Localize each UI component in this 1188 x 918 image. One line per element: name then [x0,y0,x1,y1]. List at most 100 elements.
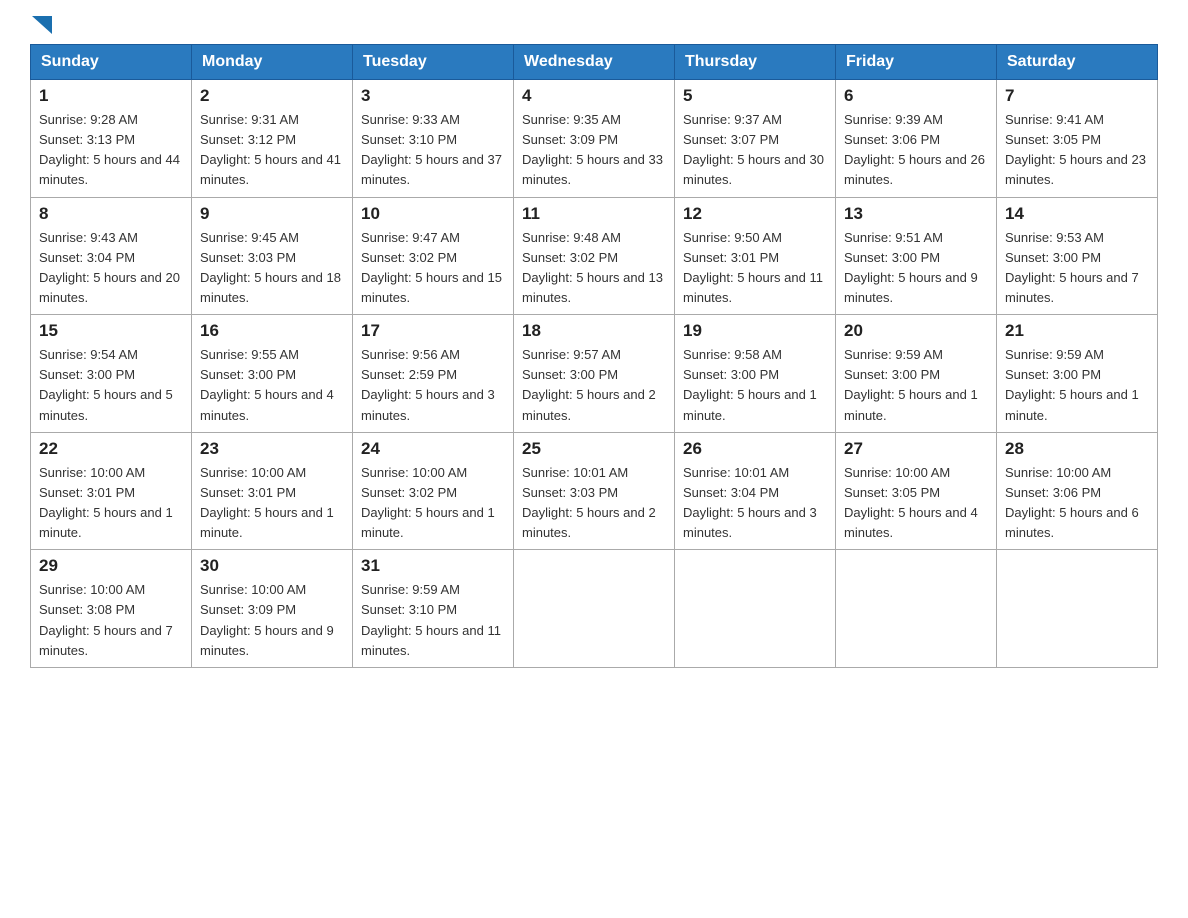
day-info: Sunrise: 9:45 AMSunset: 3:03 PMDaylight:… [200,228,344,309]
logo-triangle-icon [32,16,52,34]
calendar-cell: 29 Sunrise: 10:00 AMSunset: 3:08 PMDayli… [31,550,192,668]
header-wednesday: Wednesday [514,45,675,80]
calendar-cell: 5 Sunrise: 9:37 AMSunset: 3:07 PMDayligh… [675,80,836,198]
day-info: Sunrise: 9:58 AMSunset: 3:00 PMDaylight:… [683,345,827,426]
day-number: 24 [361,439,505,459]
calendar-cell: 23 Sunrise: 10:00 AMSunset: 3:01 PMDayli… [192,432,353,550]
header-monday: Monday [192,45,353,80]
calendar-cell: 24 Sunrise: 10:00 AMSunset: 3:02 PMDayli… [353,432,514,550]
calendar-cell: 19 Sunrise: 9:58 AMSunset: 3:00 PMDaylig… [675,315,836,433]
day-info: Sunrise: 9:43 AMSunset: 3:04 PMDaylight:… [39,228,183,309]
header-friday: Friday [836,45,997,80]
day-info: Sunrise: 10:00 AMSunset: 3:05 PMDaylight… [844,463,988,544]
calendar-week-4: 22 Sunrise: 10:00 AMSunset: 3:01 PMDayli… [31,432,1158,550]
day-number: 5 [683,86,827,106]
header-saturday: Saturday [997,45,1158,80]
day-info: Sunrise: 10:00 AMSunset: 3:01 PMDaylight… [200,463,344,544]
calendar-cell: 21 Sunrise: 9:59 AMSunset: 3:00 PMDaylig… [997,315,1158,433]
day-info: Sunrise: 9:53 AMSunset: 3:00 PMDaylight:… [1005,228,1149,309]
day-number: 11 [522,204,666,224]
day-info: Sunrise: 9:28 AMSunset: 3:13 PMDaylight:… [39,110,183,191]
calendar-header-row: SundayMondayTuesdayWednesdayThursdayFrid… [31,45,1158,80]
calendar-cell [836,550,997,668]
calendar-week-5: 29 Sunrise: 10:00 AMSunset: 3:08 PMDayli… [31,550,1158,668]
calendar-cell: 14 Sunrise: 9:53 AMSunset: 3:00 PMDaylig… [997,197,1158,315]
day-info: Sunrise: 9:37 AMSunset: 3:07 PMDaylight:… [683,110,827,191]
day-number: 20 [844,321,988,341]
page-header [30,20,1158,34]
day-info: Sunrise: 9:33 AMSunset: 3:10 PMDaylight:… [361,110,505,191]
day-number: 19 [683,321,827,341]
day-number: 25 [522,439,666,459]
day-info: Sunrise: 9:41 AMSunset: 3:05 PMDaylight:… [1005,110,1149,191]
day-number: 17 [361,321,505,341]
day-info: Sunrise: 9:50 AMSunset: 3:01 PMDaylight:… [683,228,827,309]
day-info: Sunrise: 10:00 AMSunset: 3:02 PMDaylight… [361,463,505,544]
calendar-cell: 11 Sunrise: 9:48 AMSunset: 3:02 PMDaylig… [514,197,675,315]
calendar-cell: 22 Sunrise: 10:00 AMSunset: 3:01 PMDayli… [31,432,192,550]
day-info: Sunrise: 9:35 AMSunset: 3:09 PMDaylight:… [522,110,666,191]
day-info: Sunrise: 10:00 AMSunset: 3:08 PMDaylight… [39,580,183,661]
calendar-cell: 6 Sunrise: 9:39 AMSunset: 3:06 PMDayligh… [836,80,997,198]
day-info: Sunrise: 9:31 AMSunset: 3:12 PMDaylight:… [200,110,344,191]
day-number: 22 [39,439,183,459]
day-number: 15 [39,321,183,341]
day-number: 13 [844,204,988,224]
day-number: 21 [1005,321,1149,341]
day-number: 26 [683,439,827,459]
calendar-cell: 9 Sunrise: 9:45 AMSunset: 3:03 PMDayligh… [192,197,353,315]
day-number: 29 [39,556,183,576]
calendar-cell: 25 Sunrise: 10:01 AMSunset: 3:03 PMDayli… [514,432,675,550]
calendar-cell: 1 Sunrise: 9:28 AMSunset: 3:13 PMDayligh… [31,80,192,198]
calendar-cell: 17 Sunrise: 9:56 AMSunset: 2:59 PMDaylig… [353,315,514,433]
calendar-table: SundayMondayTuesdayWednesdayThursdayFrid… [30,44,1158,668]
header-tuesday: Tuesday [353,45,514,80]
day-number: 28 [1005,439,1149,459]
day-info: Sunrise: 10:01 AMSunset: 3:03 PMDaylight… [522,463,666,544]
day-info: Sunrise: 9:55 AMSunset: 3:00 PMDaylight:… [200,345,344,426]
calendar-cell: 18 Sunrise: 9:57 AMSunset: 3:00 PMDaylig… [514,315,675,433]
day-number: 7 [1005,86,1149,106]
calendar-cell: 26 Sunrise: 10:01 AMSunset: 3:04 PMDayli… [675,432,836,550]
day-number: 30 [200,556,344,576]
calendar-cell: 13 Sunrise: 9:51 AMSunset: 3:00 PMDaylig… [836,197,997,315]
day-info: Sunrise: 9:59 AMSunset: 3:00 PMDaylight:… [844,345,988,426]
day-number: 31 [361,556,505,576]
calendar-cell: 31 Sunrise: 9:59 AMSunset: 3:10 PMDaylig… [353,550,514,668]
day-info: Sunrise: 10:00 AMSunset: 3:09 PMDaylight… [200,580,344,661]
day-info: Sunrise: 9:59 AMSunset: 3:10 PMDaylight:… [361,580,505,661]
day-number: 23 [200,439,344,459]
calendar-cell: 10 Sunrise: 9:47 AMSunset: 3:02 PMDaylig… [353,197,514,315]
day-info: Sunrise: 10:01 AMSunset: 3:04 PMDaylight… [683,463,827,544]
day-number: 6 [844,86,988,106]
day-number: 4 [522,86,666,106]
calendar-cell [675,550,836,668]
calendar-cell: 3 Sunrise: 9:33 AMSunset: 3:10 PMDayligh… [353,80,514,198]
day-number: 27 [844,439,988,459]
day-info: Sunrise: 9:51 AMSunset: 3:00 PMDaylight:… [844,228,988,309]
day-info: Sunrise: 9:47 AMSunset: 3:02 PMDaylight:… [361,228,505,309]
calendar-cell: 2 Sunrise: 9:31 AMSunset: 3:12 PMDayligh… [192,80,353,198]
day-number: 14 [1005,204,1149,224]
calendar-cell: 12 Sunrise: 9:50 AMSunset: 3:01 PMDaylig… [675,197,836,315]
calendar-cell: 20 Sunrise: 9:59 AMSunset: 3:00 PMDaylig… [836,315,997,433]
calendar-cell: 15 Sunrise: 9:54 AMSunset: 3:00 PMDaylig… [31,315,192,433]
day-info: Sunrise: 9:59 AMSunset: 3:00 PMDaylight:… [1005,345,1149,426]
day-number: 8 [39,204,183,224]
calendar-cell [997,550,1158,668]
day-number: 18 [522,321,666,341]
calendar-week-2: 8 Sunrise: 9:43 AMSunset: 3:04 PMDayligh… [31,197,1158,315]
day-number: 2 [200,86,344,106]
day-number: 3 [361,86,505,106]
calendar-week-3: 15 Sunrise: 9:54 AMSunset: 3:00 PMDaylig… [31,315,1158,433]
day-info: Sunrise: 9:39 AMSunset: 3:06 PMDaylight:… [844,110,988,191]
day-number: 10 [361,204,505,224]
calendar-cell: 4 Sunrise: 9:35 AMSunset: 3:09 PMDayligh… [514,80,675,198]
day-info: Sunrise: 9:54 AMSunset: 3:00 PMDaylight:… [39,345,183,426]
day-info: Sunrise: 10:00 AMSunset: 3:06 PMDaylight… [1005,463,1149,544]
header-thursday: Thursday [675,45,836,80]
calendar-cell: 16 Sunrise: 9:55 AMSunset: 3:00 PMDaylig… [192,315,353,433]
header-sunday: Sunday [31,45,192,80]
calendar-cell [514,550,675,668]
calendar-cell: 30 Sunrise: 10:00 AMSunset: 3:09 PMDayli… [192,550,353,668]
